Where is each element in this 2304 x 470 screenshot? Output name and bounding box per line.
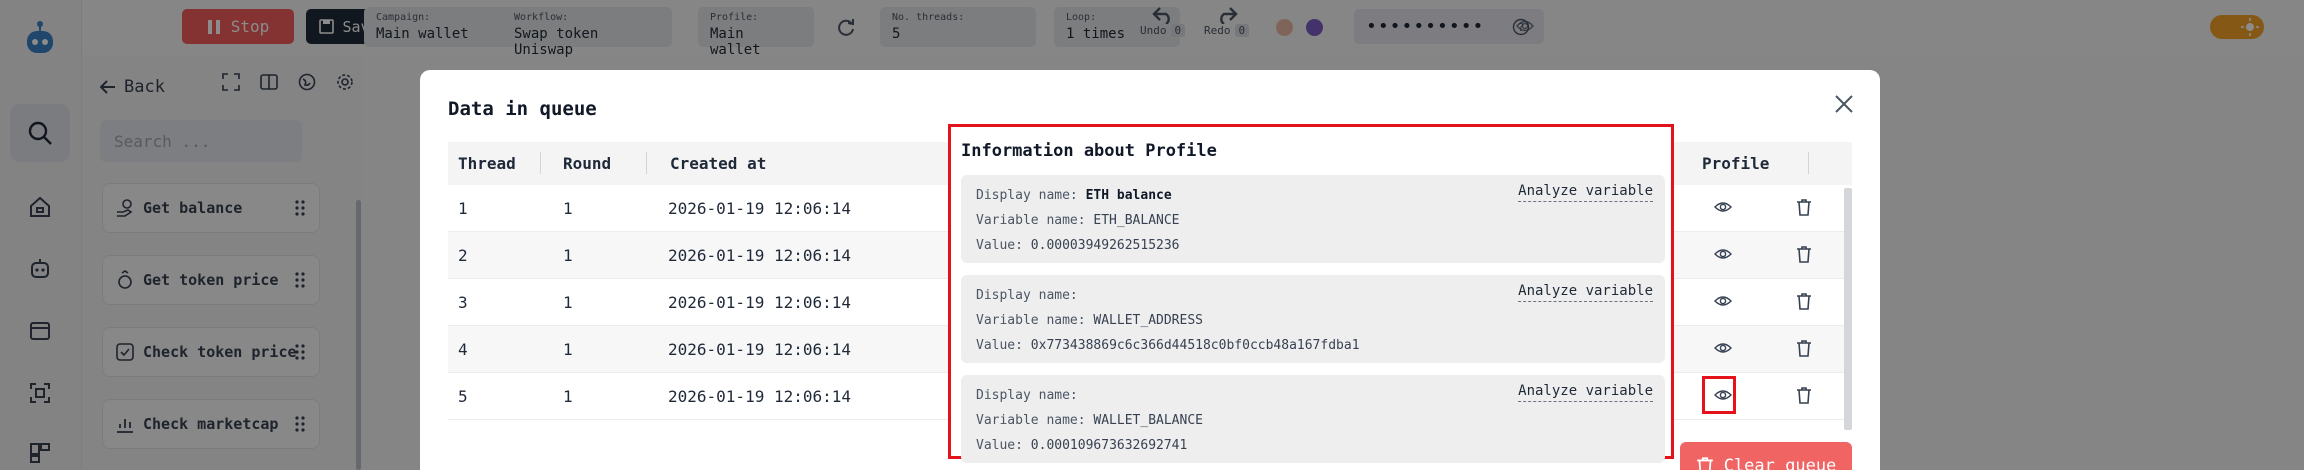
column-created: Created at — [670, 154, 767, 173]
popover-title: Information about Profile — [961, 141, 1217, 161]
cell-round: 1 — [563, 246, 573, 265]
cell-thread: 2 — [458, 246, 468, 265]
variable-name-value: WALLET_BALANCE — [1093, 413, 1203, 428]
cell-created: 2026-01-19 12:06:14 — [668, 293, 852, 312]
value-label: Value: — [976, 238, 1023, 253]
column-divider — [646, 152, 647, 174]
cell-round: 1 — [563, 293, 573, 312]
eye-icon[interactable] — [1714, 245, 1732, 263]
column-round: Round — [563, 154, 612, 173]
variable-name-label: Variable name: — [976, 413, 1086, 428]
eye-icon[interactable] — [1714, 292, 1732, 310]
trash-icon[interactable] — [1796, 292, 1812, 310]
variable-name-value: ETH_BALANCE — [1093, 213, 1180, 228]
variable-value: 0.000109673632692741 — [1030, 438, 1188, 453]
clear-queue-label: Clear queue — [1723, 456, 1837, 470]
variable-name-label: Variable name: — [976, 313, 1086, 328]
cell-created: 2026-01-19 12:06:14 — [668, 199, 852, 218]
variable-value: 0x773438869c6c366d44518c0bf0ccb48a167fdb… — [1030, 338, 1360, 353]
cell-round: 1 — [563, 340, 573, 359]
column-divider — [1808, 152, 1809, 174]
trash-icon[interactable] — [1796, 386, 1812, 404]
analyze-variable-link[interactable]: Analyze variable — [1518, 381, 1653, 402]
trash-icon[interactable] — [1796, 339, 1812, 357]
modal-title: Data in queue — [448, 98, 597, 120]
cell-created: 2026-01-19 12:06:14 — [668, 387, 852, 406]
display-name-label: Display name: — [976, 388, 1078, 403]
profile-info-popover: Information about Profile Display name: … — [948, 124, 1674, 463]
column-divider — [540, 152, 541, 174]
trash-icon[interactable] — [1796, 198, 1812, 216]
trash-icon[interactable] — [1796, 245, 1812, 263]
column-profile: Profile — [1702, 154, 1770, 173]
display-name-label: Display name: — [976, 288, 1078, 303]
value-label: Value: — [976, 338, 1023, 353]
cell-round: 1 — [563, 387, 573, 406]
cell-thread: 1 — [458, 199, 468, 218]
close-icon[interactable] — [1832, 92, 1856, 116]
cell-thread: 5 — [458, 387, 468, 406]
variable-value: 0.00003949262515236 — [1030, 238, 1180, 253]
variable-card: Display name: Variable name: WALLET_ADDR… — [961, 275, 1665, 363]
cell-round: 1 — [563, 199, 573, 218]
clear-queue-button[interactable]: Clear queue — [1680, 442, 1852, 470]
display-name-value: ETH balance — [1085, 188, 1172, 203]
cell-thread: 3 — [458, 293, 468, 312]
value-label: Value: — [976, 438, 1023, 453]
eye-icon[interactable] — [1714, 198, 1732, 216]
variable-name-value: WALLET_ADDRESS — [1093, 313, 1203, 328]
table-scrollbar[interactable] — [1844, 188, 1852, 430]
analyze-variable-link[interactable]: Analyze variable — [1518, 281, 1653, 302]
variable-card: Display name: Variable name: WALLET_BALA… — [961, 375, 1665, 463]
trash-icon — [1696, 457, 1713, 470]
cell-created: 2026-01-19 12:06:14 — [668, 340, 852, 359]
display-name-label: Display name: — [976, 188, 1078, 203]
analyze-variable-link[interactable]: Analyze variable — [1518, 181, 1653, 202]
variable-name-label: Variable name: — [976, 213, 1086, 228]
cell-thread: 4 — [458, 340, 468, 359]
column-thread: Thread — [458, 154, 516, 173]
cell-created: 2026-01-19 12:06:14 — [668, 246, 852, 265]
eye-icon[interactable] — [1714, 339, 1732, 357]
variable-card: Display name: ETH balance Variable name:… — [961, 175, 1665, 263]
eye-icon[interactable] — [1714, 386, 1732, 404]
